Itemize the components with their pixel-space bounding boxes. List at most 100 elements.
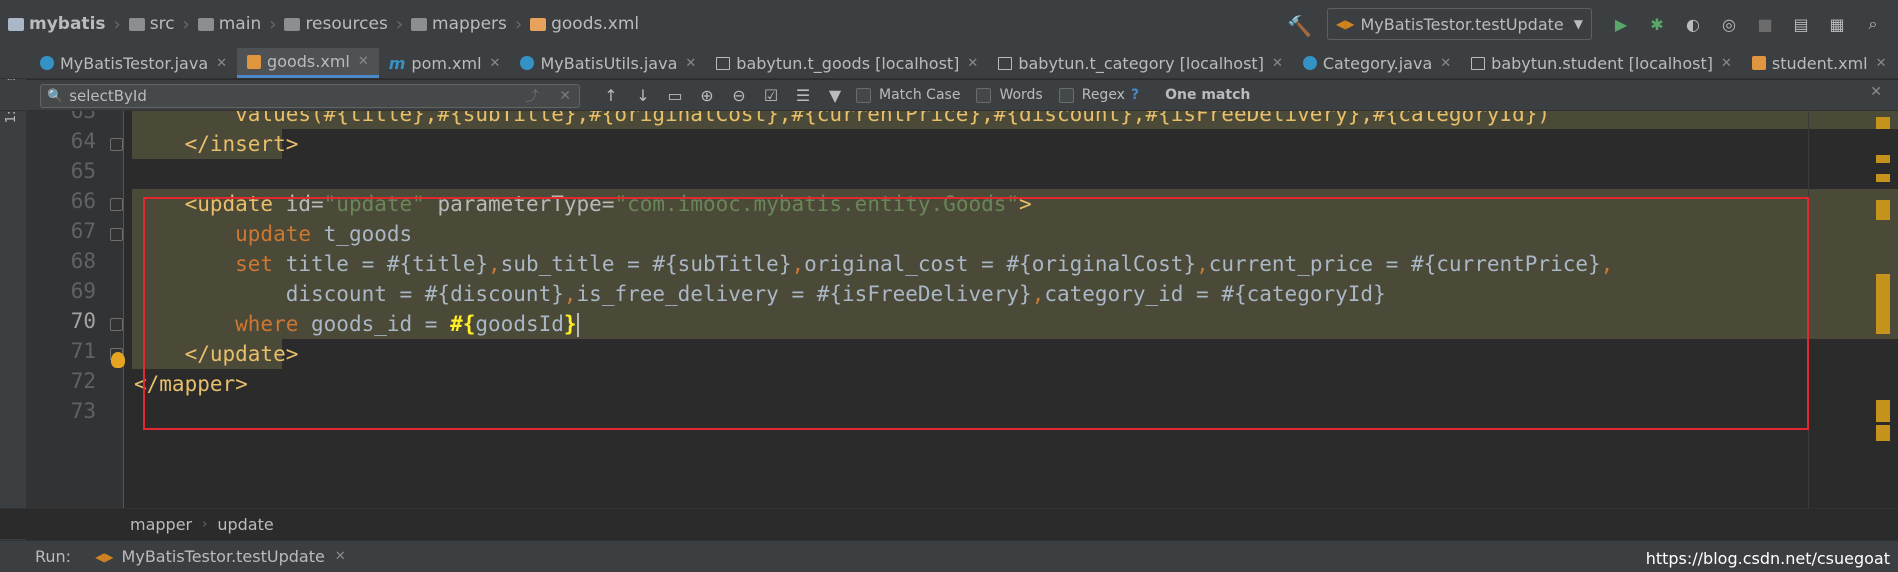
breadcrumb-mappers[interactable]: mappers [411, 14, 507, 34]
build-hammer-icon[interactable]: 🔨 [1287, 14, 1312, 38]
xml-file-icon [247, 54, 262, 69]
stripe-mark [1876, 425, 1890, 441]
search-value: selectById [69, 87, 147, 105]
editor-tab[interactable]: MyBatisTestor.java ✕ [30, 48, 237, 78]
line-number: 70 [70, 309, 96, 333]
breadcrumb-mapper[interactable]: mapper [130, 515, 192, 534]
close-icon[interactable]: ✕ [490, 56, 501, 71]
breadcrumb-resources[interactable]: resources [284, 14, 388, 34]
table-icon [1471, 56, 1486, 70]
line-number: 67 [70, 219, 96, 243]
filter-list-icon[interactable]: ☰ [792, 86, 814, 105]
search-everywhere-icon[interactable]: ⌕ [1862, 13, 1884, 35]
lightbulb-icon[interactable] [111, 352, 125, 368]
fold-marker-icon[interactable] [110, 198, 123, 211]
regex-checkbox[interactable] [1058, 87, 1074, 103]
line-number: 73 [70, 399, 96, 423]
next-occurrence-icon[interactable]: ↓ [632, 86, 654, 105]
add-selection-icon[interactable]: ⊕ [696, 86, 718, 105]
run-icon[interactable]: ▶ [1610, 13, 1632, 35]
filter-icon[interactable]: ▼ [824, 86, 846, 105]
clear-icon[interactable]: ✕ [559, 88, 571, 104]
close-icon[interactable]: ✕ [685, 56, 696, 71]
close-icon[interactable]: ✕ [967, 56, 978, 71]
match-count: One match [1165, 87, 1251, 103]
line-number: 68 [70, 249, 96, 273]
match-case-checkbox[interactable] [856, 87, 871, 103]
words-option[interactable]: Words [976, 87, 1043, 103]
editor-tab[interactable]: babytun.t_goods [localhost] ✕ [706, 48, 988, 78]
profile-icon[interactable]: ◎ [1718, 13, 1740, 35]
editor-breadcrumb: mapper › update [0, 508, 1898, 539]
line-number: 64 [70, 129, 96, 153]
debug-icon[interactable]: ✱ [1646, 13, 1668, 35]
stripe-mark [1876, 117, 1890, 129]
close-icon[interactable]: ✕ [1440, 56, 1451, 71]
close-icon[interactable]: ✕ [216, 56, 227, 71]
breadcrumb-update[interactable]: update [217, 515, 273, 534]
close-icon[interactable]: ✕ [335, 549, 346, 564]
line-number: 69 [70, 279, 96, 303]
breadcrumb-separator: › [182, 13, 190, 35]
close-icon[interactable]: ✕ [1272, 56, 1283, 71]
editor-tab-label: MyBatisUtils.java [540, 53, 678, 73]
highlight-annotation-box [143, 197, 1809, 430]
maven-icon: m [388, 53, 406, 73]
search-icon: 🔍 [47, 88, 64, 104]
editor-tab[interactable]: goods.xml ✕ [237, 48, 379, 78]
coverage-icon[interactable]: ◐ [1682, 13, 1704, 35]
breadcrumb-separator: › [202, 516, 208, 532]
editor-tab-label: Category.java [1322, 53, 1433, 73]
editor-tab[interactable]: Category.java ✕ [1293, 48, 1461, 78]
stripe-mark [1876, 174, 1890, 182]
fold-marker-icon[interactable] [110, 318, 123, 331]
editor-tabs: MyBatisTestor.java ✕ goods.xml ✕ m pom.xml ✕ My… [0, 48, 1898, 79]
project-structure-icon[interactable]: ▤ [1790, 13, 1812, 35]
run-configuration-select[interactable]: ◀▶ MyBatisTestor.testUpdate ▼ [1327, 8, 1592, 40]
search-input[interactable]: 🔍 selectById ⤴ ✕ [40, 84, 580, 108]
close-icon[interactable]: ✕ [1876, 56, 1887, 71]
project-icon [8, 17, 24, 31]
regex-option[interactable]: Regex? [1058, 87, 1139, 103]
breadcrumb-src[interactable]: src [128, 14, 175, 34]
editor-tab[interactable]: babytun.student [localhost] ✕ [1461, 48, 1742, 78]
breadcrumb-separator: › [514, 13, 523, 35]
line-number: 66 [70, 189, 96, 213]
breadcrumb-main[interactable]: main [197, 14, 261, 34]
regex-help-icon[interactable]: ? [1131, 87, 1139, 103]
breadcrumb-project[interactable]: mybatis [8, 14, 106, 34]
stop-icon[interactable]: ■ [1754, 13, 1776, 35]
match-case-option[interactable]: Match Case [856, 87, 960, 103]
run-tab[interactable]: ◀▶ MyBatisTestor.testUpdate ✕ [95, 547, 346, 566]
project-tool-window-strip [0, 48, 27, 571]
select-all-occurrences-icon[interactable]: ▭ [664, 86, 686, 105]
line-number: 63 [70, 111, 96, 123]
table-icon [998, 56, 1013, 70]
previous-occurrence-icon[interactable]: ↑ [600, 86, 622, 105]
breadcrumb-file[interactable]: goods.xml [530, 14, 639, 34]
editor-tab[interactable]: babytun.t_category [localhost] ✕ [988, 48, 1293, 78]
editor-tab-label: babytun.t_category [localhost] [1018, 53, 1264, 73]
java-class-icon [1302, 56, 1317, 70]
unselect-occurrence-icon[interactable]: ⊖ [728, 86, 750, 105]
editor-tabs-inner: MyBatisTestor.java ✕ goods.xml ✕ m pom.xml ✕ My… [30, 48, 1898, 78]
java-class-icon [40, 56, 54, 70]
java-class-icon [520, 56, 535, 70]
fold-marker-icon[interactable] [110, 228, 123, 241]
words-checkbox[interactable] [976, 87, 992, 103]
folder-icon [197, 17, 214, 31]
close-icon[interactable]: ✕ [1721, 56, 1732, 71]
run-config-icon: ◀▶ [95, 549, 114, 564]
search-history-icon[interactable]: ⤴ [525, 86, 539, 106]
sdk-icon[interactable]: ▦ [1826, 13, 1848, 35]
editor-tab[interactable]: student.xml ✕ [1742, 48, 1897, 78]
pin-icon[interactable]: ✕ [1870, 84, 1882, 100]
stripe-mark [1876, 155, 1890, 163]
editor-tab[interactable]: m pom.xml ✕ [379, 48, 511, 78]
select-all-icon[interactable]: ☑ [760, 86, 782, 105]
editor-tab-label: pom.xml [411, 53, 482, 73]
run-toolbar: 🔨 ◀▶ MyBatisTestor.testUpdate ▼ ▶ ✱ ◐ ◎ … [1287, 0, 1898, 48]
close-icon[interactable]: ✕ [358, 54, 369, 69]
editor-tab[interactable]: MyBatisUtils.java ✕ [510, 48, 706, 78]
fold-marker-icon[interactable] [110, 138, 123, 151]
